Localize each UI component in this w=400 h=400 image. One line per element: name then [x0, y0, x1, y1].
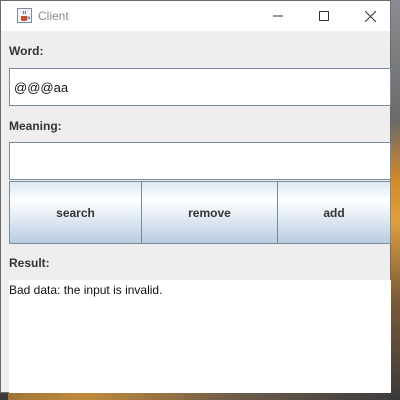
close-button[interactable] — [347, 1, 393, 31]
window-title: Client — [38, 9, 69, 23]
maximize-icon — [319, 11, 329, 21]
action-button-row: search remove add — [9, 181, 391, 244]
remove-button[interactable]: remove — [142, 181, 278, 244]
result-text-area[interactable]: Bad data: the input is invalid. — [9, 280, 391, 393]
desktop-background-right — [390, 0, 400, 400]
minimize-icon — [273, 15, 283, 17]
meaning-label: Meaning: — [9, 119, 62, 133]
title-bar[interactable]: Client — [1, 1, 390, 31]
result-text: Bad data: the input is invalid. — [9, 283, 163, 297]
java-cup-icon — [17, 8, 32, 23]
meaning-input[interactable] — [9, 142, 391, 180]
add-button[interactable]: add — [278, 181, 391, 244]
word-label: Word: — [9, 44, 44, 58]
maximize-button[interactable] — [301, 1, 347, 31]
word-input[interactable]: @@@aa — [9, 68, 391, 106]
client-window: Client Word: @@@aa Meaning: search remov… — [0, 0, 391, 393]
close-icon — [364, 10, 376, 22]
search-button[interactable]: search — [9, 181, 142, 244]
word-input-value: @@@aa — [14, 79, 69, 95]
minimize-button[interactable] — [255, 1, 301, 31]
result-label: Result: — [9, 256, 50, 270]
